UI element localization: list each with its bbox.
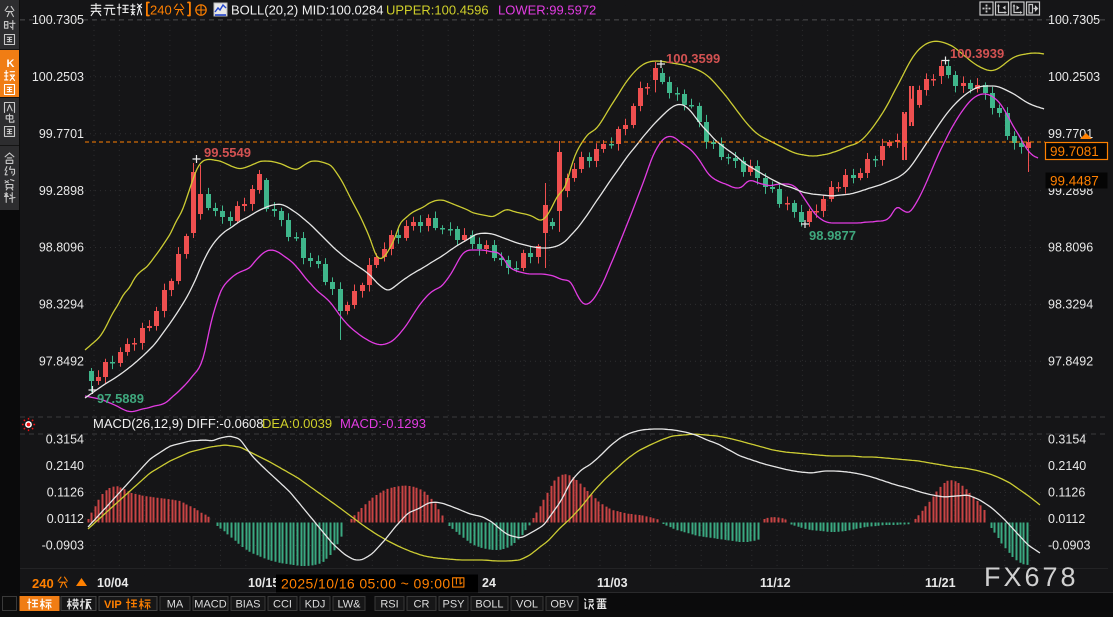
svg-text:KDJ: KDJ [305, 599, 326, 611]
svg-text:PSY: PSY [442, 599, 465, 611]
svg-text:100.3599: 100.3599 [666, 51, 720, 66]
svg-text:CR: CR [414, 599, 430, 611]
svg-text:MACD(26,12,9) DIFF:-0.0608: MACD(26,12,9) DIFF:-0.0608 [93, 416, 264, 431]
svg-text:LOWER:99.5972: LOWER:99.5972 [498, 3, 596, 18]
svg-text:0.0112: 0.0112 [1048, 512, 1085, 526]
svg-text:98.3294: 98.3294 [1048, 298, 1093, 312]
svg-text:2025/10/16 05:00 ~ 09:00: 2025/10/16 05:00 ~ 09:00 [281, 576, 451, 592]
svg-text:UPPER:100.4596: UPPER:100.4596 [386, 3, 489, 18]
svg-text:10/04: 10/04 [97, 576, 128, 590]
svg-text:98.3294: 98.3294 [39, 298, 84, 312]
svg-text:99.4487: 99.4487 [1050, 174, 1099, 189]
svg-text:BOLL: BOLL [475, 599, 503, 611]
svg-text:FX678: FX678 [984, 562, 1079, 592]
svg-text:0.3154: 0.3154 [1048, 433, 1086, 447]
svg-text:BIAS: BIAS [235, 599, 260, 611]
svg-text:-0.0903: -0.0903 [1048, 539, 1090, 553]
svg-text:100.2503: 100.2503 [32, 70, 84, 84]
svg-text:0.1126: 0.1126 [1048, 486, 1085, 500]
svg-text:240: 240 [150, 3, 172, 18]
svg-text:100.2503: 100.2503 [1048, 70, 1100, 84]
svg-text:100.7305: 100.7305 [32, 13, 84, 27]
svg-text:11/03: 11/03 [597, 576, 628, 590]
svg-text:0.3154: 0.3154 [46, 433, 84, 447]
svg-text:DEA:0.0039: DEA:0.0039 [262, 416, 332, 431]
svg-text:11/12: 11/12 [760, 576, 791, 590]
svg-text:VOL: VOL [516, 599, 538, 611]
svg-text:CCI: CCI [273, 599, 292, 611]
svg-text:VIP: VIP [104, 599, 122, 611]
svg-text:0.1126: 0.1126 [47, 486, 84, 500]
svg-text:97.8492: 97.8492 [1048, 355, 1093, 369]
svg-text:97.5889: 97.5889 [97, 391, 144, 406]
svg-text:24: 24 [482, 576, 496, 590]
svg-text:BOLL(20,2) MID:100.0284: BOLL(20,2) MID:100.0284 [231, 3, 383, 18]
svg-text:240: 240 [32, 576, 54, 591]
svg-text:RSI: RSI [380, 599, 398, 611]
svg-text:98.9877: 98.9877 [809, 228, 856, 243]
svg-text:99.7701: 99.7701 [39, 127, 84, 141]
svg-text:MA: MA [167, 599, 184, 611]
svg-text:OBV: OBV [550, 599, 574, 611]
svg-text:97.8492: 97.8492 [39, 355, 84, 369]
svg-text:98.8096: 98.8096 [1048, 241, 1093, 255]
svg-text:-0.0903: -0.0903 [42, 539, 84, 553]
svg-text:10/15: 10/15 [248, 576, 279, 590]
svg-text:0.2140: 0.2140 [1048, 459, 1086, 473]
svg-text:99.2898: 99.2898 [39, 184, 84, 198]
svg-text:0.2140: 0.2140 [46, 459, 84, 473]
svg-text:MACD: MACD [194, 599, 226, 611]
svg-text:100.7305: 100.7305 [1048, 13, 1100, 27]
svg-text:MACD:-0.1293: MACD:-0.1293 [340, 416, 426, 431]
svg-text:0.0112: 0.0112 [47, 512, 84, 526]
svg-text:11/21: 11/21 [925, 576, 956, 590]
svg-text:99.7081: 99.7081 [1050, 144, 1099, 159]
svg-text:98.8096: 98.8096 [39, 241, 84, 255]
svg-text:LW&: LW& [337, 599, 361, 611]
svg-text:100.3939: 100.3939 [950, 46, 1004, 61]
svg-text:99.5549: 99.5549 [204, 145, 251, 160]
svg-text:K: K [7, 58, 15, 70]
